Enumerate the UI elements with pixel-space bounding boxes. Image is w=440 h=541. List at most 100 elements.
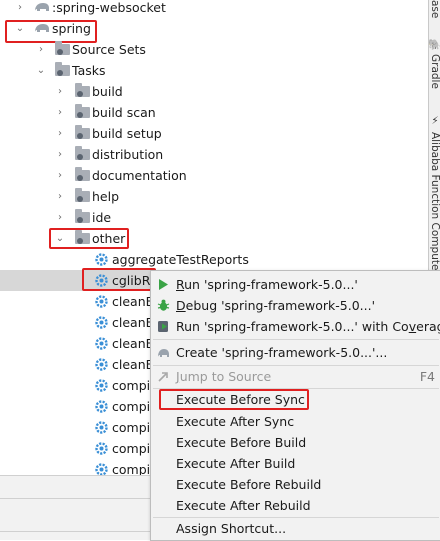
collapse-arrow-icon[interactable]: ⌄: [36, 60, 46, 81]
menu-item-label-rest: erage: [416, 319, 440, 334]
divider: [0, 498, 150, 499]
expand-arrow-icon[interactable]: ›: [55, 165, 65, 186]
task-gear-icon: [95, 400, 108, 413]
tree-item-ide[interactable]: › ide: [0, 207, 428, 228]
shortcut-label: F4: [419, 369, 435, 384]
menu-item-execute-before-build[interactable]: Execute Before Build: [151, 432, 440, 453]
tree-item-build-scan[interactable]: › build scan: [0, 102, 428, 123]
gradle-elephant-icon: [35, 3, 49, 11]
tree-item-label: Source Sets: [72, 42, 146, 57]
folder-icon: [75, 146, 90, 160]
expand-arrow-icon[interactable]: ›: [55, 123, 65, 144]
menu-item-execute-before-rebuild[interactable]: Execute Before Rebuild: [151, 474, 440, 495]
divider: [0, 531, 150, 532]
menu-item-assign-shortcut[interactable]: Assign Shortcut...: [151, 518, 440, 539]
task-label: cleanE: [112, 336, 154, 351]
expand-arrow-icon[interactable]: ›: [55, 144, 65, 165]
expand-arrow-icon[interactable]: ›: [55, 81, 65, 102]
task-compile[interactable]: compil: [0, 438, 154, 459]
task-aggregate-test-reports[interactable]: aggregateTestReports: [0, 249, 428, 270]
tree-item-source-sets[interactable]: › Source Sets: [0, 39, 428, 60]
task-clean[interactable]: cleanE: [0, 312, 154, 333]
tree-item-distribution[interactable]: › distribution: [0, 144, 428, 165]
task-gear-icon: [95, 295, 108, 308]
highlight-box-cglib: [82, 268, 156, 291]
task-gear-icon: [95, 316, 108, 329]
bottom-panel: [0, 475, 150, 540]
task-label: compil: [112, 441, 154, 456]
menu-item-label: ebug 'spring-framework-5.0...': [185, 298, 376, 313]
expand-arrow-icon[interactable]: ›: [55, 207, 65, 228]
menu-item-run-with-coverage[interactable]: Run 'spring-framework-5.0...' with Cover…: [151, 316, 440, 337]
menu-item-run[interactable]: Run 'spring-framework-5.0...': [151, 274, 440, 295]
expand-arrow-icon[interactable]: ›: [55, 102, 65, 123]
tree-item-build-setup[interactable]: › build setup: [0, 123, 428, 144]
menu-item-debug[interactable]: Debug 'spring-framework-5.0...': [151, 295, 440, 316]
tree-item-label: distribution: [92, 147, 164, 162]
tree-item-label: ide: [92, 210, 112, 225]
menu-item-label: un 'spring-framework-5.0...': [184, 277, 358, 292]
mnemonic: R: [176, 277, 185, 292]
tree-item-label: documentation: [92, 168, 187, 183]
expand-arrow-icon[interactable]: ›: [55, 186, 65, 207]
side-tab-alibaba-function-compute[interactable]: Alibaba Function Compute: [429, 132, 440, 270]
expand-arrow-icon[interactable]: ›: [15, 0, 25, 18]
side-tab-gradle[interactable]: Gradle: [429, 54, 440, 89]
folder-icon: [75, 209, 90, 223]
tree-item-spring-websocket[interactable]: › :spring-websocket: [0, 0, 428, 18]
gradle-elephant-icon: [158, 349, 169, 357]
tree-item-documentation[interactable]: › documentation: [0, 165, 428, 186]
folder-icon: [55, 62, 70, 76]
menu-item-execute-after-rebuild[interactable]: Execute After Rebuild: [151, 495, 440, 516]
task-label: compil: [112, 399, 154, 414]
task-clean[interactable]: cleanE: [0, 291, 154, 312]
menu-item-execute-after-build[interactable]: Execute After Build: [151, 453, 440, 474]
tree-item-label: build setup: [92, 126, 162, 141]
menu-item-jump-to-source[interactable]: Jump to Source F4: [151, 366, 440, 387]
folder-icon: [75, 167, 90, 181]
folder-icon: [75, 188, 90, 202]
expand-arrow-icon[interactable]: ›: [36, 39, 46, 60]
menu-item-label: Execute Before Build: [176, 435, 307, 450]
run-icon: [159, 279, 168, 290]
task-label: cleanE: [112, 315, 154, 330]
mnemonic: v: [408, 319, 417, 334]
task-gear-icon: [95, 358, 108, 371]
menu-item-create-configuration[interactable]: Create 'spring-framework-5.0...'...: [151, 342, 440, 363]
debug-bug-icon: [157, 299, 170, 311]
menu-item-label: Run 'spring-framework-5.0...' with Co: [176, 319, 409, 334]
highlight-box-execute-before-sync: [159, 389, 309, 410]
menu-item-execute-after-sync[interactable]: Execute After Sync: [151, 411, 440, 432]
task-compile[interactable]: compil: [0, 396, 154, 417]
menu-item-label: Execute Before Rebuild: [176, 477, 322, 492]
tree-item-build[interactable]: › build: [0, 81, 428, 102]
gradle-side-icon: 🐘: [428, 38, 440, 51]
mnemonic: D: [176, 298, 186, 313]
task-label: cleanE: [112, 357, 154, 372]
tree-item-label: Tasks: [72, 63, 106, 78]
task-clean[interactable]: cleanE: [0, 354, 154, 375]
folder-icon: [75, 83, 90, 97]
task-gear-icon: [95, 421, 108, 434]
alibaba-side-icon: ⚡: [429, 115, 440, 127]
menu-item-label: Execute After Rebuild: [176, 498, 311, 513]
jump-to-source-icon: [158, 372, 168, 382]
tree-item-help[interactable]: › help: [0, 186, 428, 207]
task-label: aggregateTestReports: [112, 252, 249, 267]
task-gear-icon: [95, 442, 108, 455]
side-tab-database[interactable]: ase: [429, 0, 440, 18]
tree-item-label: help: [92, 189, 120, 204]
task-gear-icon: [95, 337, 108, 350]
task-label: compil: [112, 378, 154, 393]
folder-icon: [75, 104, 90, 118]
tree-item-label: build scan: [92, 105, 156, 120]
task-compile[interactable]: compil: [0, 375, 154, 396]
menu-item-label: Assign Shortcut...: [176, 521, 287, 536]
highlight-box-other: [49, 228, 129, 249]
task-compile[interactable]: compil: [0, 417, 154, 438]
task-clean[interactable]: cleanE: [0, 333, 154, 354]
folder-icon: [55, 41, 70, 55]
menu-item-label: Execute After Sync: [176, 414, 295, 429]
tree-item-tasks[interactable]: ⌄ Tasks: [0, 60, 428, 81]
tree-item-label: build: [92, 84, 123, 99]
